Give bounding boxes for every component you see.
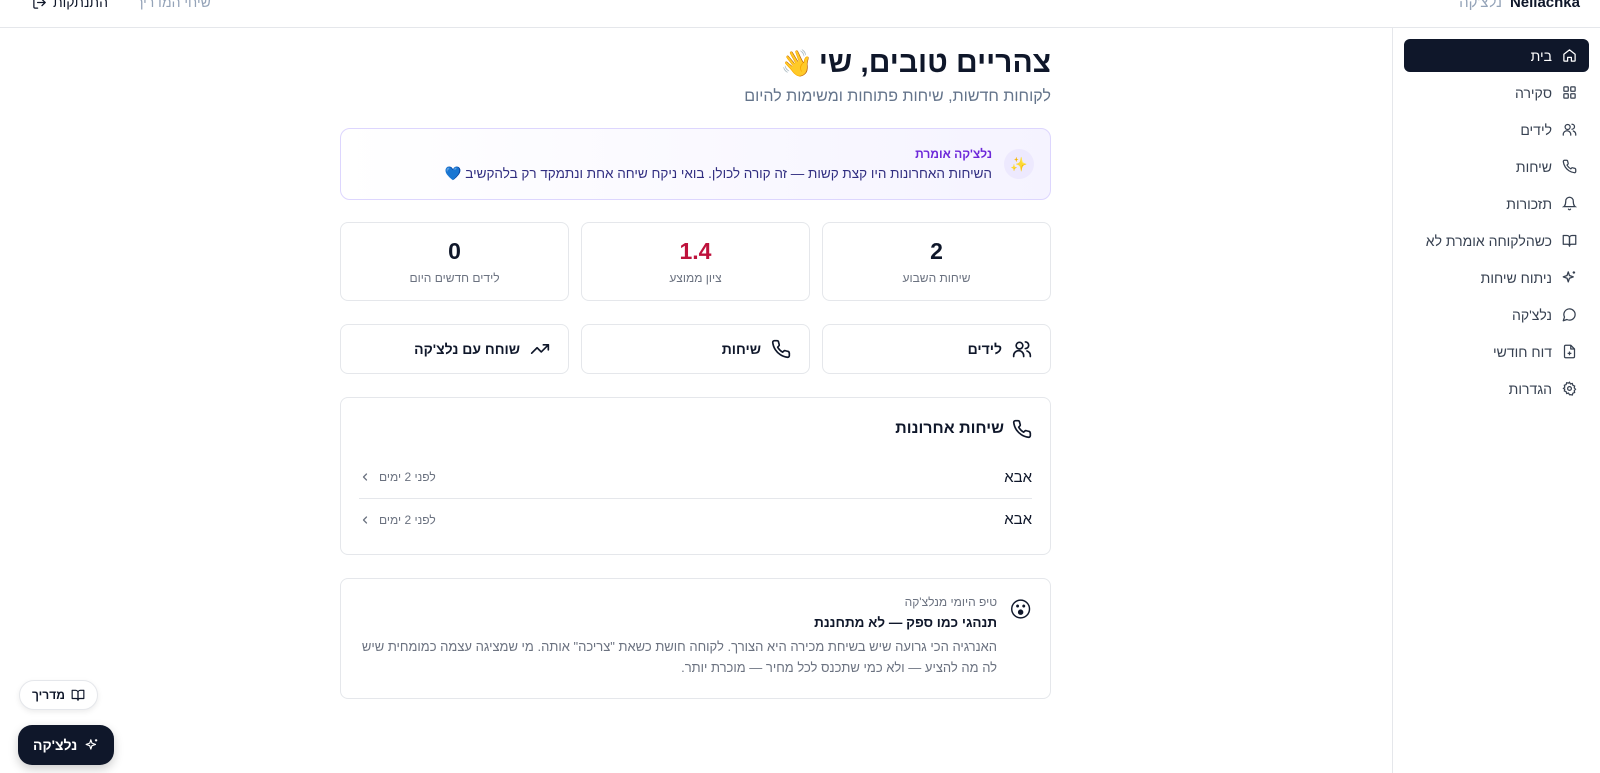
users-icon (1562, 123, 1577, 136)
sidebar-item-home[interactable]: בית (1404, 39, 1589, 72)
logout-button[interactable]: התנתקות (32, 0, 108, 10)
action-label: שיחות (721, 341, 761, 357)
sidebar: בית סקירה לידים שיחות תזכורות כשהלקוחה א… (1392, 28, 1600, 773)
call-time-text: לפני 2 ימים (379, 512, 436, 527)
logout-icon (33, 0, 46, 9)
logout-label: התנתקות (53, 0, 108, 10)
chevron-left-icon (362, 515, 368, 524)
sidebar-item-label: בית (1530, 47, 1552, 64)
call-time: לפני 2 ימים (359, 513, 436, 527)
page-title: צהריים טובים, שי 👋 (340, 46, 1051, 80)
list-item[interactable]: אבא לפני 2 ימים (359, 498, 1032, 540)
sidebar-nav: בית סקירה לידים שיחות תזכורות כשהלקוחה א… (1393, 28, 1600, 405)
gear-icon (1562, 381, 1577, 396)
sidebar-item-objections[interactable]: כשהלקוחה אומרת לא (1404, 224, 1589, 257)
guide-button-label: מדריך (32, 688, 65, 702)
quick-actions: לידים שיחות שוחח עם נלצ'קה (340, 324, 1051, 374)
top-actions: התנתקות שיחי המדריך (32, 0, 211, 10)
sidebar-item-label: הגדרות (1508, 380, 1552, 397)
call-time-text: לפני 2 ימים (379, 470, 436, 484)
stat-calls-this-week: 2 שיחות השבוע (822, 222, 1051, 301)
main-area: צהריים טובים, שי 👋 לקוחות חדשות, שיחות פ… (0, 28, 1392, 773)
sidebar-item-assistant[interactable]: נלצ'קה (1404, 298, 1589, 331)
sidebar-item-label: לידים (1520, 121, 1552, 138)
action-label: שוחח עם נלצ'קה (414, 341, 520, 357)
stat-label: לידים חדשים היום (409, 271, 500, 285)
sparkle-icon: ✨ (1004, 149, 1034, 179)
calls-action-button[interactable]: שיחות (581, 324, 810, 374)
trending-up-icon (530, 344, 550, 354)
users-icon (1012, 341, 1032, 358)
stat-new-leads-today: 0 לידים חדשים היום (340, 222, 569, 301)
sidebar-item-calls[interactable]: שיחות (1404, 150, 1589, 183)
list-item[interactable]: אבא לפני 2 ימים (359, 456, 1032, 498)
call-contact-name: אבא (1004, 511, 1032, 528)
tip-title: תנהגי כמו ספק — לא מתחננת (814, 615, 998, 630)
stat-label: ציון ממוצע (669, 271, 722, 285)
surprised-face-icon: 😮 (1009, 597, 1032, 622)
tip-label: טיפ היומי מנלצ'קה (904, 595, 998, 609)
chat-icon (1562, 308, 1576, 322)
brand[interactable]: Nellachka נלצ'קה (1459, 0, 1580, 11)
sidebar-item-label: שיחות (1515, 158, 1552, 175)
stats-row: 2 שיחות השבוע 1.4 ציון ממוצע 0 לידים חדש… (340, 222, 1051, 301)
sidebar-item-reminders[interactable]: תזכורות (1404, 187, 1589, 220)
greeting-text: צהריים טובים, שי (818, 46, 1051, 79)
grid-icon (1563, 86, 1576, 99)
brand-subtitle: נלצ'קה (1459, 0, 1502, 11)
tip-text: האנרגיה הכי גרועה שיש בשיחת מכירה היא הצ… (361, 639, 998, 675)
home-icon (1563, 49, 1576, 62)
stat-average-score: 1.4 ציון ממוצע (581, 222, 810, 301)
brand-name: Nellachka (1509, 0, 1580, 11)
sidebar-item-call-analysis[interactable]: ניתוח שיחות (1404, 261, 1589, 294)
sidebar-item-label: כשהלקוחה אומרת לא (1425, 232, 1552, 249)
guide-link[interactable]: שיחי המדריך (136, 0, 211, 10)
call-contact-name: אבא (1004, 468, 1032, 486)
insight-text: השיחות האחרונות היו קצת קשות — זה קורה ל… (444, 165, 992, 181)
top-bar: Nellachka נלצ'קה התנתקות שיחי המדריך (0, 0, 1600, 28)
assistant-chat-button[interactable]: נלצ'קה (18, 725, 115, 765)
daily-tip-card: 😮 טיפ היומי מנלצ'קה תנהגי כמו ספק — לא מ… (340, 578, 1051, 699)
book-icon (1562, 234, 1577, 247)
stat-label: שיחות השבוע (902, 271, 971, 285)
page-subtitle: לקוחות חדשות, שיחות פתוחות ומשימות להיום (744, 88, 1051, 105)
stat-value: 0 (448, 238, 461, 264)
action-label: לידים (967, 341, 1002, 357)
sidebar-item-label: נלצ'קה (1511, 306, 1552, 323)
call-time: לפני 2 ימים (359, 470, 436, 484)
sidebar-item-monthly-report[interactable]: דוח חודשי (1404, 335, 1589, 368)
sidebar-item-label: ניתוח שיחות (1480, 269, 1552, 286)
sidebar-item-label: תזכורות (1506, 195, 1552, 212)
assistant-button-label: נלצ'קה (33, 737, 78, 753)
chat-with-assistant-button[interactable]: שוחח עם נלצ'קה (340, 324, 569, 374)
stat-value: 1.4 (679, 238, 712, 264)
sidebar-item-overview[interactable]: סקירה (1404, 76, 1589, 109)
insight-label: נלצ'קה אומרת (915, 146, 992, 161)
assistant-insight-card: ✨ נלצ'קה אומרת השיחות האחרונות היו קצת ק… (340, 128, 1051, 200)
recent-calls-title: שיחות אחרונות (895, 420, 1004, 437)
sparkles-icon (85, 739, 98, 750)
leads-action-button[interactable]: לידים (822, 324, 1051, 374)
recent-calls-card: שיחות אחרונות אבא לפני 2 ימים אבא לפני 2… (340, 397, 1051, 555)
sidebar-item-label: דוח חודשי (1493, 343, 1552, 360)
bell-icon (1562, 196, 1577, 211)
phone-icon (1012, 419, 1032, 439)
dashboard-content: צהריים טובים, שי 👋 לקוחות חדשות, שיחות פ… (340, 46, 1051, 699)
wave-icon: 👋 (780, 47, 813, 78)
phone-icon (1562, 159, 1577, 174)
stat-value: 2 (930, 238, 943, 264)
sidebar-item-leads[interactable]: לידים (1404, 113, 1589, 146)
phone-icon (771, 339, 791, 359)
recent-calls-header: שיחות אחרונות (359, 398, 1032, 456)
report-icon (1563, 344, 1576, 359)
sparkles-icon (1562, 271, 1576, 283)
sidebar-item-settings[interactable]: הגדרות (1404, 372, 1589, 405)
guide-button[interactable]: מדריך (19, 680, 98, 710)
book-icon (71, 689, 85, 701)
sidebar-item-label: סקירה (1514, 84, 1552, 101)
chevron-left-icon (362, 473, 368, 481)
